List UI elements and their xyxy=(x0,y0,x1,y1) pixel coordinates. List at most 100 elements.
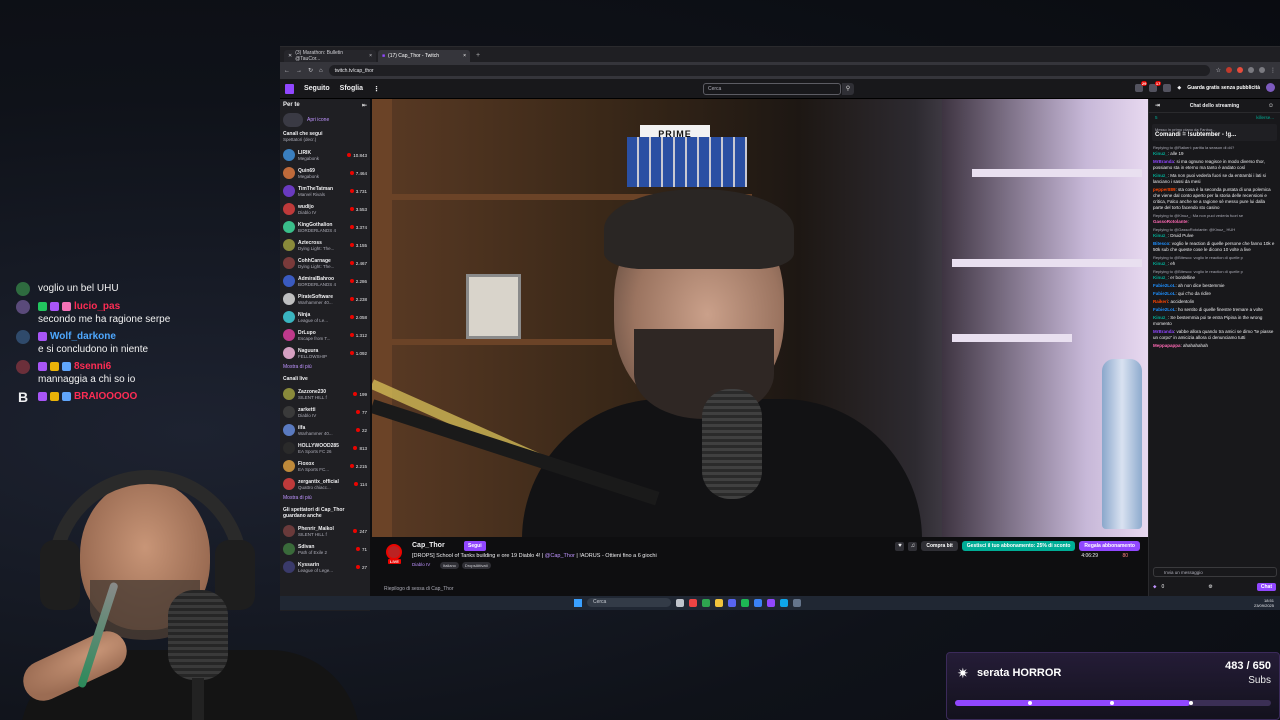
new-tab-button[interactable]: + xyxy=(472,50,484,62)
chat-username[interactable]: Raikeri xyxy=(1153,299,1168,304)
sidebar-channel-item[interactable]: CohhCarnage Dying Light: The... 2.467 xyxy=(283,254,367,272)
sidebar-channel-item[interactable]: KingGothalion BORDERLANDS 4 3.374 xyxy=(283,218,367,236)
sidebar-channel-item[interactable]: wudijo Diablo IV 3.553 xyxy=(283,200,367,218)
sidebar-channel-item[interactable]: AdmiralBahroo BORDERLANDS 4 2.286 xyxy=(283,272,367,290)
follow-button[interactable]: Segui xyxy=(464,541,486,551)
url-field[interactable]: twitch.tv/cap_thor xyxy=(328,65,1210,76)
nav-more-icon[interactable]: ⋮ xyxy=(373,85,380,93)
channel-name[interactable]: Cap_Thor xyxy=(412,542,445,549)
reload-icon[interactable]: ↻ xyxy=(308,67,313,74)
sidebar-channel-item[interactable]: Aztecross Dying Light: The... 3.155 xyxy=(283,236,367,254)
spotify-icon[interactable] xyxy=(741,598,749,607)
extension-icon[interactable] xyxy=(1226,67,1232,73)
chat-username[interactable]: pepper889 xyxy=(1153,187,1176,192)
sidebar-channel-item[interactable]: zarketti Diablo IV 77 xyxy=(283,403,367,421)
home-icon[interactable]: ⌂ xyxy=(319,68,323,74)
file-explorer-icon[interactable] xyxy=(715,598,723,607)
stream-tag[interactable]: DropsAttivati xyxy=(461,562,491,569)
sidebar-channel-item[interactable]: LIRIK Megabonk 10.843 xyxy=(283,146,367,164)
open-icons-row[interactable]: Apri icone xyxy=(283,113,367,127)
taskbar-search[interactable]: Cerca xyxy=(587,598,671,607)
nav-following[interactable]: Seguito xyxy=(304,85,330,92)
chat-username[interactable]: Kinuz_ xyxy=(1153,315,1168,320)
tab-close-icon[interactable]: × xyxy=(463,53,466,59)
channel-avatar[interactable] xyxy=(386,544,402,560)
browser-tab-active[interactable]: ■ (17) Cap_Thor - Twitch × xyxy=(378,50,470,62)
sidebar-channel-item[interactable]: TimTheTatman Marvel Rivals 3.731 xyxy=(283,182,367,200)
chat-send-button[interactable]: Chat xyxy=(1256,583,1276,591)
forward-icon[interactable]: → xyxy=(296,68,302,74)
app-icon[interactable] xyxy=(767,598,775,607)
gift-sub-button[interactable]: Regala abbonamento xyxy=(1079,541,1140,551)
show-more-link[interactable]: Mostra di più xyxy=(283,364,367,370)
tab-close-icon[interactable]: × xyxy=(369,53,372,59)
collapse-chat-icon[interactable]: ⇥ xyxy=(1155,102,1160,109)
windows-start-icon[interactable] xyxy=(574,598,582,607)
chat-username[interactable]: Fabie2LoL xyxy=(1153,291,1176,296)
collapse-sidebar-icon[interactable]: ⇤ xyxy=(362,102,367,109)
app-icon[interactable] xyxy=(754,598,762,607)
chrome-icon[interactable] xyxy=(702,598,710,607)
show-more-link[interactable]: Mostra di più xyxy=(283,495,367,501)
sidebar-channel-item[interactable]: Phenrir_Maikol SILENT HILL f 247 xyxy=(283,522,367,540)
bits-icon[interactable]: ◆ xyxy=(1177,85,1181,91)
chat-username[interactable]: MrBranda xyxy=(1153,329,1174,334)
twitch-logo-icon[interactable] xyxy=(285,83,294,94)
chat-username[interactable]: Kinuz_ xyxy=(1153,275,1168,280)
leaderboard-user[interactable]: killerse... xyxy=(1256,115,1274,120)
chat-username[interactable]: Fabie2LoL xyxy=(1153,283,1176,288)
inbox-icon[interactable] xyxy=(1163,83,1172,92)
chat-settings-icon[interactable]: ⚙ xyxy=(1208,584,1212,590)
bookmark-star-icon[interactable]: ☆ xyxy=(1216,67,1221,74)
app-icon[interactable] xyxy=(689,598,697,607)
sidebar-channel-item[interactable]: Quin69 Megabonk 7.464 xyxy=(283,164,367,182)
chat-users-icon[interactable]: ☺ xyxy=(1268,103,1274,109)
sidebar-channel-item[interactable]: HOLLYWOOD285 EA Sports FC 26 813 xyxy=(283,439,367,457)
taskbar-clock[interactable]: 18:51 23/09/2025 xyxy=(1254,598,1274,608)
stream-title-mention[interactable]: @Cap_Thor xyxy=(545,553,575,559)
bell-icon[interactable]: ♫ xyxy=(908,541,918,551)
sidebar-channel-item[interactable]: Fioxox EA Sports FC... 2.215 xyxy=(283,457,367,475)
turbo-link[interactable]: Guarda gratis senza pubblicità xyxy=(1187,85,1260,91)
notifications-icon[interactable]: 29 xyxy=(1135,80,1148,92)
sidebar-channel-item[interactable]: Sdivan Path of Exile 2 71 xyxy=(283,540,367,558)
extension-icon[interactable] xyxy=(1248,67,1254,73)
heart-icon[interactable]: ♥ xyxy=(895,541,905,551)
chat-message-input[interactable]: Invia un messaggio xyxy=(1153,567,1277,577)
sidebar-channel-item[interactable]: Ninja League of Le... 2.058 xyxy=(283,308,367,326)
search-icon[interactable]: ⚲ xyxy=(842,83,854,95)
chat-username[interactable]: Kinuz_ xyxy=(1153,151,1168,156)
app-icon[interactable] xyxy=(780,598,788,607)
back-icon[interactable]: ← xyxy=(284,68,290,74)
sidebar-channel-item[interactable]: ilfa Warhammer 40... 22 xyxy=(283,421,367,439)
browser-tab[interactable]: ✕ (3) Marathon: Bulletin @TauCor... × xyxy=(284,50,376,62)
buy-bits-button[interactable]: Compra bit xyxy=(921,541,958,551)
channel-points-icon[interactable]: ⬥ xyxy=(1153,584,1157,590)
task-view-icon[interactable] xyxy=(676,598,684,607)
chat-username[interactable]: Meppapappa xyxy=(1153,343,1181,348)
chat-username[interactable]: Kinuz_ xyxy=(1153,173,1168,178)
manage-subscription-button[interactable]: Gestisci il tuo abbonamento: 25% di scon… xyxy=(961,541,1076,551)
app-icon[interactable] xyxy=(793,598,801,607)
browser-menu-icon[interactable]: ⋮ xyxy=(1270,67,1276,74)
twitch-search-input[interactable]: Cerca xyxy=(703,83,841,95)
chat-username[interactable]: MrBranda xyxy=(1153,159,1174,164)
nav-browse[interactable]: Sfoglia xyxy=(340,85,363,92)
sidebar-channel-item[interactable]: PirateSoftware Warhammer 40... 2.238 xyxy=(283,290,367,308)
stream-tag[interactable]: Italiano xyxy=(440,562,459,569)
chat-username[interactable]: Kinuz_ xyxy=(1153,233,1168,238)
user-avatar[interactable] xyxy=(1266,83,1275,92)
pinned-message[interactable]: Messo in primo piano da Fanbur... Comand… xyxy=(1152,124,1277,141)
chat-username[interactable]: Kinuz_ xyxy=(1153,261,1168,266)
chat-username[interactable]: Fabie2LoL xyxy=(1153,307,1176,312)
chat-username[interactable]: Bitesco xyxy=(1153,241,1169,246)
extension-icon[interactable] xyxy=(1259,67,1265,73)
whispers-icon[interactable]: 17 xyxy=(1149,80,1162,92)
sidebar-channel-item[interactable]: Kyssarin League of Lege... 27 xyxy=(283,558,367,576)
stream-category-link[interactable]: Diablo IV xyxy=(412,562,430,567)
chat-username[interactable]: GassoRotolante xyxy=(1153,219,1188,224)
extension-icon[interactable] xyxy=(1237,67,1243,73)
stream-video-player[interactable]: PRIME xyxy=(372,99,1148,537)
sidebar-channel-item[interactable]: zergantix_official Quattro chiacc... 114 xyxy=(283,475,367,493)
sidebar-channel-item[interactable]: Zazzone230 SILENT HILL f 199 xyxy=(283,385,367,403)
